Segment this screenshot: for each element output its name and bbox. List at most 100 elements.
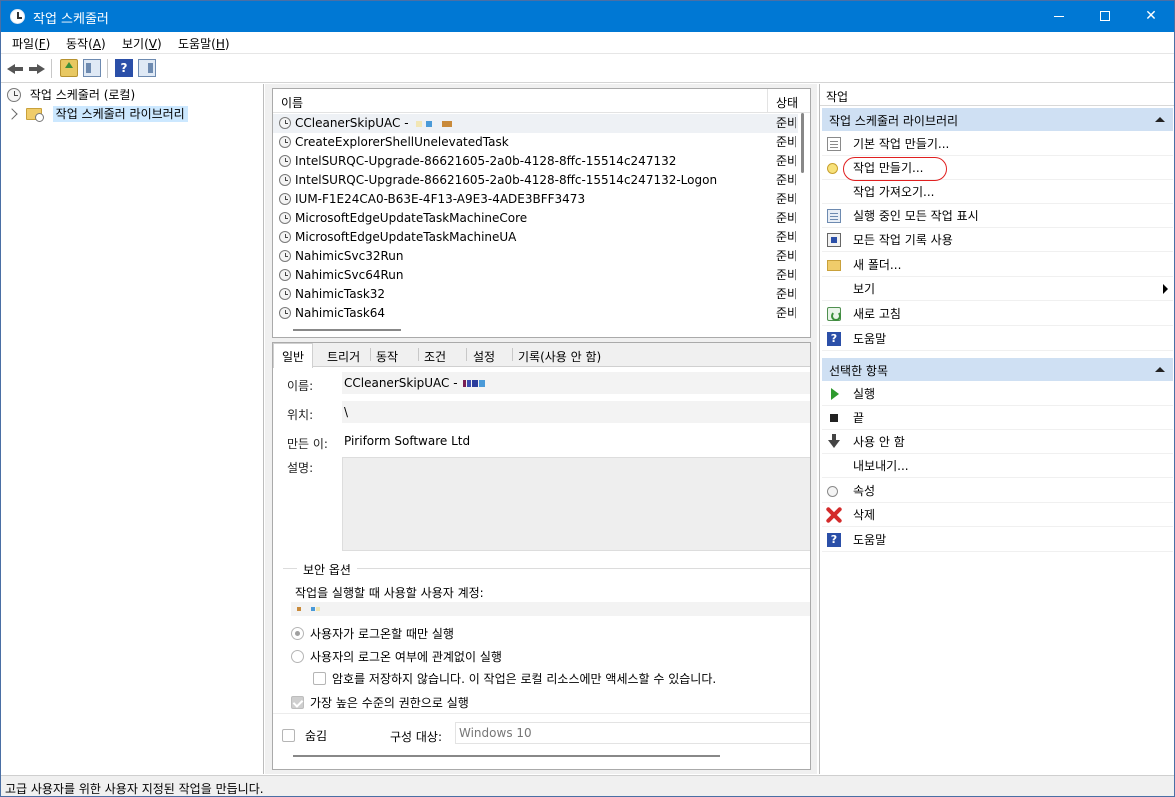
configure-for-dropdown[interactable]: Windows 10 [455,722,810,744]
show-hide-console-tree-icon[interactable] [83,59,101,77]
action-enable-history[interactable]: 모든 작업 기록 사용 [822,228,1173,252]
name-field[interactable]: CCleanerSkipUAC - [342,372,810,394]
tree-item-library-label: 작업 스케줄러 라이브러리 [52,105,188,122]
action-help[interactable]: ? 도움말 [822,327,1173,351]
action-import-task[interactable]: 작업 가져오기... [822,180,1173,204]
option-run-whether-logged-on[interactable]: 사용자의 로그온 여부에 관계없이 실행 [291,648,502,665]
checkbox[interactable] [313,672,326,685]
task-clock-icon [279,193,291,205]
option-run-whether-logged-on-label: 사용자의 로그온 여부에 관계없이 실행 [310,650,502,664]
task-status: 준비 [776,135,796,149]
task-name: IUM-F1E24CA0-B63E-4F13-A9E3-4ADE3BFF3473 [295,192,586,206]
chevron-right-icon[interactable] [6,107,18,120]
action-refresh[interactable]: 새로 고침 [822,302,1173,326]
show-hide-action-pane-icon[interactable] [138,59,156,77]
action-help-selected[interactable]: ? 도움말 [822,528,1173,552]
action-run[interactable]: 실행 [822,382,1173,406]
description-field[interactable] [342,457,810,551]
task-row[interactable]: MicrosoftEdgeUpdateTaskMachineCore 준비 [273,209,798,228]
option-run-when-logged-on[interactable]: 사용자가 로그온할 때만 실행 [291,625,454,642]
task-row[interactable]: IntelSURQC-Upgrade-86621605-2a0b-4128-8f… [273,152,798,171]
action-refresh-label: 새로 고침 [853,307,901,321]
details-horizontal-scrollbar[interactable] [293,755,720,757]
radio-button-selected[interactable] [291,627,304,640]
task-row[interactable]: NahimicSvc64Run 준비 [273,266,798,285]
tree-item-root[interactable]: 작업 스케줄러 (로컬) [7,84,135,104]
author-field[interactable]: Piriform Software Ltd [342,430,810,452]
task-clock-icon [279,288,291,300]
task-status: 준비 [776,192,796,206]
menu-help[interactable]: 도움말(H) [178,35,230,52]
tab-conditions[interactable]: 조건 [424,348,446,365]
task-row[interactable]: NahimicTask32 준비 [273,285,798,304]
task-list-vertical-scrollbar[interactable] [801,113,804,173]
radio-button[interactable] [291,650,304,663]
action-delete[interactable]: 삭제 [822,503,1173,527]
task-row[interactable]: NahimicSvc32Run 준비 [273,247,798,266]
task-clock-icon [279,231,291,243]
task-clock-icon [279,155,291,167]
action-export[interactable]: 내보내기... [822,454,1173,478]
tab-triggers[interactable]: 트리거 [327,348,360,365]
action-view[interactable]: 보기 [822,277,1173,301]
help-icon[interactable]: ? [115,59,133,77]
hidden-option[interactable]: 숨김 [282,727,327,744]
minimize-button[interactable] [1036,1,1082,32]
task-name: NahimicTask32 [295,287,386,301]
action-new-folder[interactable]: 새 폴더... [822,253,1173,277]
tab-actions[interactable]: 동작 [376,348,398,365]
action-export-label: 내보내기... [853,459,909,473]
action-disable-label: 사용 안 함 [853,435,905,449]
location-field[interactable]: \ [342,401,810,423]
maximize-button[interactable] [1082,1,1128,32]
task-row[interactable]: CreateExplorerShellUnelevatedTask 준비 [273,133,798,152]
action-display-running-tasks[interactable]: 실행 중인 모든 작업 표시 [822,204,1173,228]
option-do-not-store-password[interactable]: 암호를 저장하지 않습니다. 이 작업은 로컬 리소스에만 액세스할 수 있습니… [313,670,716,687]
action-disable[interactable]: 사용 안 함 [822,430,1173,454]
column-header-status[interactable]: 상태 [776,94,806,111]
hidden-checkbox[interactable] [282,729,295,742]
menu-action[interactable]: 동작(A) [66,35,106,52]
tab-separator [466,348,467,361]
tab-history[interactable]: 기록(사용 안 함) [518,348,601,365]
task-clock-icon [279,250,291,262]
forward-arrow-icon[interactable] [28,59,46,77]
tab-general[interactable]: 일반 [273,343,314,368]
folder-up-icon[interactable] [60,59,78,77]
section-header-selected-item[interactable]: 선택한 항목 [822,358,1173,381]
location-label: 위치: [287,408,314,422]
menu-file[interactable]: 파일(F) [12,35,50,52]
action-help-label: 도움말 [853,332,887,346]
back-arrow-icon[interactable] [6,59,24,77]
column-header-name[interactable]: 이름 [281,94,303,111]
task-list-horizontal-scrollbar[interactable] [293,329,401,331]
toolbar: ? [1,54,1174,83]
tree-item-library[interactable]: 작업 스케줄러 라이브러리 [6,103,188,123]
window-title: 작업 스케줄러 [33,12,109,27]
action-create-basic-task[interactable]: 기본 작업 만들기... [822,132,1173,156]
tab-settings[interactable]: 설정 [473,348,495,365]
menu-view[interactable]: 보기(V) [122,35,162,52]
clock-app-icon [10,9,25,24]
task-row[interactable]: IUM-F1E24CA0-B63E-4F13-A9E3-4ADE3BFF3473… [273,190,798,209]
task-status: 준비 [776,154,796,168]
folder-clock-icon [25,107,44,122]
close-button[interactable]: ✕ [1128,1,1174,32]
checkbox-checked[interactable] [291,696,304,709]
action-end[interactable]: 끝 [822,406,1173,430]
task-row[interactable]: CCleanerSkipUAC - 준비 [273,114,798,133]
action-view-label: 보기 [853,282,876,296]
task-status: 준비 [776,230,796,244]
action-properties[interactable]: 속성 [822,479,1173,503]
task-row[interactable]: MicrosoftEdgeUpdateTaskMachineUA 준비 [273,228,798,247]
section-header-library[interactable]: 작업 스케줄러 라이브러리 [822,108,1173,131]
collapse-arrow-icon[interactable] [1155,117,1165,122]
basic-task-icon [827,137,841,151]
task-row[interactable]: NahimicTask64 준비 [273,304,798,323]
task-row[interactable]: IntelSURQC-Upgrade-86621605-2a0b-4128-8f… [273,171,798,190]
option-run-highest-privileges[interactable]: 가장 높은 수준의 권한으로 실행 [291,694,469,711]
collapse-arrow-icon[interactable] [1155,367,1165,372]
configure-for-label: 구성 대상: [390,730,443,744]
new-folder-icon [827,260,841,271]
column-separator[interactable] [767,89,768,113]
